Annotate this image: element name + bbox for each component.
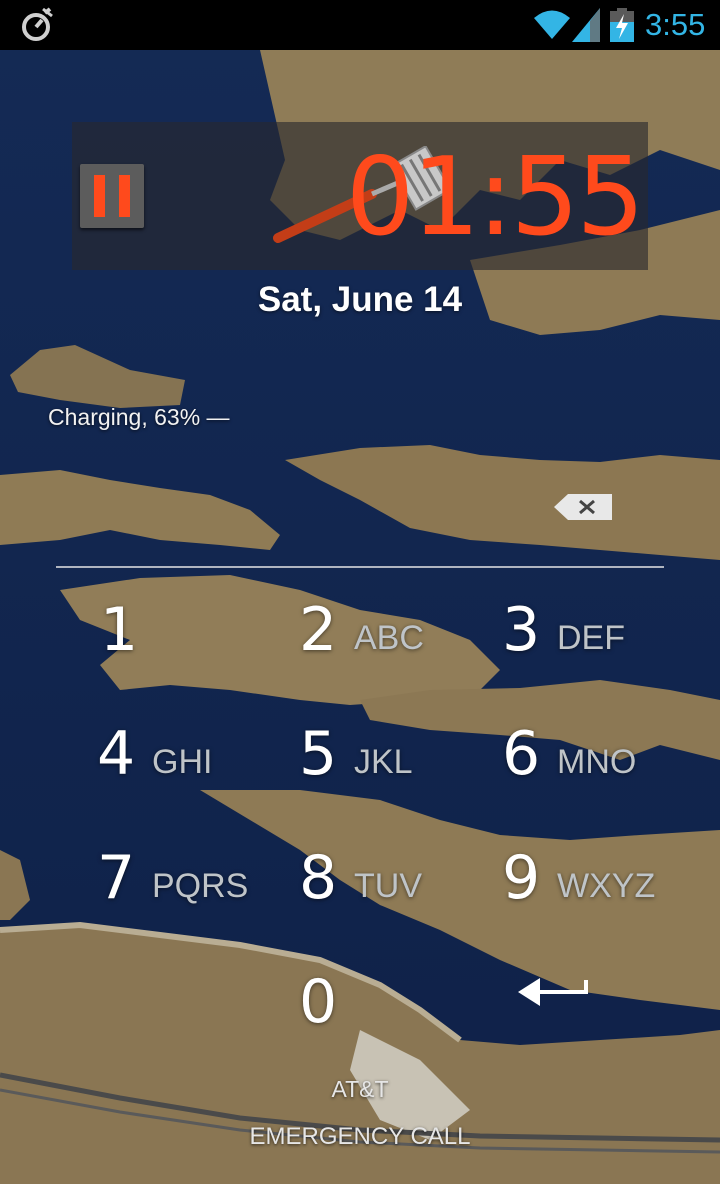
pin-entry-divider	[56, 566, 664, 568]
key-digit: 0	[299, 967, 338, 1037]
backspace-icon[interactable]	[554, 492, 614, 522]
key-digit: 9	[502, 843, 541, 913]
charging-status: Charging, 63% —	[48, 404, 230, 430]
lockscreen-date: Sat, June 14	[257, 280, 463, 319]
key-letters: ABC	[354, 619, 424, 657]
key-digit: 8	[299, 843, 338, 913]
key-3[interactable]: 3 DEF	[502, 580, 702, 680]
key-4[interactable]: 4 GHI	[97, 704, 297, 804]
key-letters: DEF	[557, 619, 625, 657]
wifi-icon	[534, 10, 570, 39]
timer-display: 01:55	[345, 135, 645, 260]
key-digit: 1	[100, 595, 139, 665]
key-digit: 3	[502, 595, 541, 665]
key-digit: 4	[97, 719, 136, 789]
signal-icon	[572, 8, 600, 42]
key-8[interactable]: 8 TUV	[299, 828, 499, 928]
key-letters: MNO	[557, 743, 637, 781]
status-bar: 3:55	[0, 0, 720, 50]
key-7[interactable]: 7 PQRS	[97, 828, 297, 928]
enter-arrow-icon[interactable]	[516, 970, 592, 1014]
key-1[interactable]: 1	[100, 580, 300, 680]
key-digit: 2	[299, 595, 338, 665]
key-letters: TUV	[354, 867, 422, 905]
key-digit: 7	[97, 843, 136, 913]
pause-button[interactable]	[80, 164, 144, 228]
carrier-label: AT&T	[331, 1076, 389, 1102]
key-letters: GHI	[152, 743, 213, 781]
stopwatch-icon	[22, 7, 53, 41]
key-letters: WXYZ	[557, 867, 656, 905]
timer-widget: 01:55	[72, 122, 648, 270]
key-2[interactable]: 2 ABC	[299, 580, 499, 680]
status-time: 3:55	[645, 7, 706, 42]
key-9[interactable]: 9 WXYZ	[502, 828, 702, 928]
key-digit: 6	[502, 719, 541, 789]
key-letters: PQRS	[152, 867, 249, 905]
emergency-call-button[interactable]: EMERGENCY CALL	[0, 1122, 720, 1152]
key-digit: 5	[299, 719, 338, 789]
key-letters: JKL	[354, 743, 413, 781]
battery-charging-icon	[610, 8, 634, 42]
key-5[interactable]: 5 JKL	[299, 704, 499, 804]
key-0[interactable]: 0	[299, 952, 499, 1052]
key-6[interactable]: 6 MNO	[502, 704, 702, 804]
